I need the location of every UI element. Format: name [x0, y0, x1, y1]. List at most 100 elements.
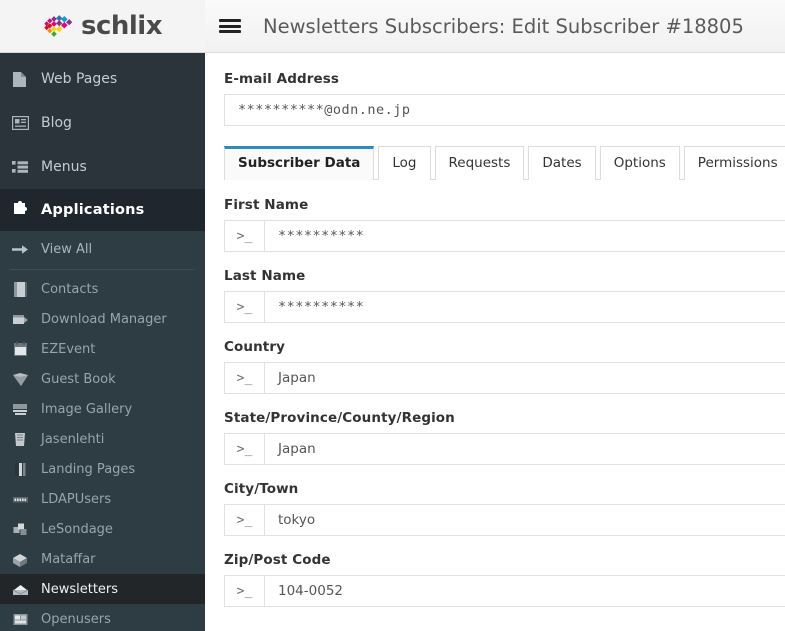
city-label: City/Town — [224, 481, 299, 497]
top-header-bar: Newsletters Subscribers: Edit Subscriber… — [205, 0, 785, 53]
terminal-prompt-icon: >_ — [225, 363, 265, 393]
tab-options[interactable]: Options — [599, 146, 680, 180]
newspaper-roll-icon — [12, 431, 36, 448]
last-name-input[interactable]: >_ ********** — [224, 291, 785, 323]
sidebar-item-newsletters[interactable]: Newsletters — [0, 574, 205, 604]
sidebar-item-label: Mataffar — [41, 551, 96, 567]
brand-logo-bar[interactable]: schlix — [0, 0, 205, 53]
brand-name: schlix — [81, 11, 163, 41]
sidebar-item-label: Jasenlehti — [41, 431, 105, 447]
calendar-icon — [12, 341, 36, 358]
tab-requests[interactable]: Requests — [434, 146, 525, 180]
page-icon — [12, 71, 36, 88]
zip-input[interactable]: >_ 104-0052 — [224, 575, 785, 607]
terminal-prompt-icon: >_ — [225, 576, 265, 606]
sidebar-item-label: Landing Pages — [41, 461, 136, 477]
envelope-tray-icon — [12, 581, 36, 598]
email-input[interactable]: **********@odn.ne.jp — [224, 94, 785, 126]
sidebar-item-ldapusers[interactable]: LDAPUsers — [0, 484, 205, 514]
page-title: Newsletters Subscribers: Edit Subscriber… — [263, 14, 744, 38]
tab-dates[interactable]: Dates — [528, 146, 596, 180]
terminal-prompt-icon: >_ — [225, 434, 265, 464]
sidebar-item-label: Web Pages — [41, 71, 118, 87]
city-input[interactable]: >_ tokyo — [224, 504, 785, 536]
sidebar-item-blog[interactable]: Blog — [0, 101, 205, 145]
first-name-input[interactable]: >_ ********** — [224, 220, 785, 252]
sidebar-item-web-pages[interactable]: Web Pages — [0, 57, 205, 101]
sidebar-divider — [10, 269, 195, 270]
hamburger-icon[interactable] — [219, 17, 241, 35]
sidebar-item-guest-book[interactable]: Guest Book — [0, 364, 205, 394]
open-box-icon — [12, 551, 36, 568]
sidebar-item-landing-pages[interactable]: Landing Pages — [0, 454, 205, 484]
sidebar-item-ezevent[interactable]: EZEvent — [0, 334, 205, 364]
city-value: tokyo — [278, 512, 316, 528]
first-name-value: ********** — [278, 228, 365, 244]
sidebar-item-view-all[interactable]: View All — [0, 231, 205, 267]
sidebar-top-nav: Web Pages Blog Menus — [0, 53, 205, 189]
tab-log[interactable]: Log — [378, 146, 431, 180]
list-icon — [12, 160, 36, 174]
app-root: schlix Web Pages Blog Menus Applications… — [0, 0, 785, 631]
users-grid-icon — [12, 611, 36, 628]
sidebar-item-label: EZEvent — [41, 341, 96, 357]
sidebar-app-list: View All Contacts Download Manager EZEve… — [0, 231, 205, 631]
sidebar-item-label: Image Gallery — [41, 401, 133, 417]
sidebar-item-download-manager[interactable]: Download Manager — [0, 304, 205, 334]
sidebar-item-contacts[interactable]: Contacts — [0, 274, 205, 304]
sidebar: schlix Web Pages Blog Menus Applications… — [0, 0, 205, 631]
sidebar-item-label: LDAPUsers — [41, 491, 112, 507]
tab-bar: Subscriber Data Log Requests Dates Optio… — [224, 145, 785, 180]
server-rack-icon — [12, 491, 36, 508]
first-name-group: First Name >_ ********** — [224, 197, 785, 252]
sidebar-item-lesondage[interactable]: LeSondage — [0, 514, 205, 544]
arrow-right-icon — [12, 243, 36, 256]
content-area: E-mail Address **********@odn.ne.jp Subs… — [205, 53, 785, 607]
sidebar-item-menus[interactable]: Menus — [0, 145, 205, 189]
tab-subscriber-data[interactable]: Subscriber Data — [224, 146, 375, 180]
email-field-group: E-mail Address **********@odn.ne.jp — [224, 71, 785, 126]
country-input[interactable]: >_ Japan — [224, 362, 785, 394]
last-name-value: ********** — [278, 299, 365, 315]
state-input[interactable]: >_ Japan — [224, 433, 785, 465]
state-group: State/Province/County/Region >_ Japan — [224, 410, 785, 465]
email-label: E-mail Address — [224, 71, 340, 87]
terminal-prompt-icon: >_ — [225, 221, 265, 251]
puzzle-piece-icon — [12, 200, 36, 220]
zip-group: Zip/Post Code >_ 104-0052 — [224, 552, 785, 607]
sidebar-item-openusers[interactable]: Openusers — [0, 604, 205, 631]
books-icon — [12, 461, 36, 478]
email-value: **********@odn.ne.jp — [238, 102, 411, 118]
last-name-label: Last Name — [224, 268, 306, 284]
sidebar-item-jasenlehti[interactable]: Jasenlehti — [0, 424, 205, 454]
sidebar-item-image-gallery[interactable]: Image Gallery — [0, 394, 205, 424]
state-value: Japan — [278, 441, 316, 457]
sidebar-section-label: Applications — [41, 202, 145, 218]
sidebar-section-applications[interactable]: Applications — [0, 189, 205, 231]
download-box-icon — [12, 311, 36, 328]
sidebar-item-label: Blog — [41, 115, 72, 131]
sidebar-item-label: LeSondage — [41, 521, 113, 537]
sidebar-item-label: View All — [41, 241, 93, 257]
sidebar-item-label: Guest Book — [41, 371, 116, 387]
address-book-icon — [12, 281, 36, 298]
cubes-icon — [12, 521, 36, 538]
newspaper-icon — [12, 116, 36, 130]
sidebar-item-label: Contacts — [41, 281, 99, 297]
photos-stack-icon — [12, 401, 36, 418]
sidebar-item-label: Newsletters — [41, 581, 119, 597]
terminal-prompt-icon: >_ — [225, 505, 265, 535]
zip-value: 104-0052 — [278, 583, 343, 599]
tab-permissions[interactable]: Permissions — [683, 146, 785, 180]
first-name-label: First Name — [224, 197, 309, 213]
zip-label: Zip/Post Code — [224, 552, 331, 568]
sidebar-item-mataffar[interactable]: Mataffar — [0, 544, 205, 574]
schlix-diamond-swoosh-logo-icon — [44, 14, 73, 37]
country-group: Country >_ Japan — [224, 339, 785, 394]
city-group: City/Town >_ tokyo — [224, 481, 785, 536]
subscriber-data-form: First Name >_ ********** Last Name >_ **… — [224, 180, 785, 607]
brand-logo[interactable]: schlix — [43, 11, 163, 41]
sidebar-item-label: Menus — [41, 159, 87, 175]
last-name-group: Last Name >_ ********** — [224, 268, 785, 323]
state-label: State/Province/County/Region — [224, 410, 455, 426]
